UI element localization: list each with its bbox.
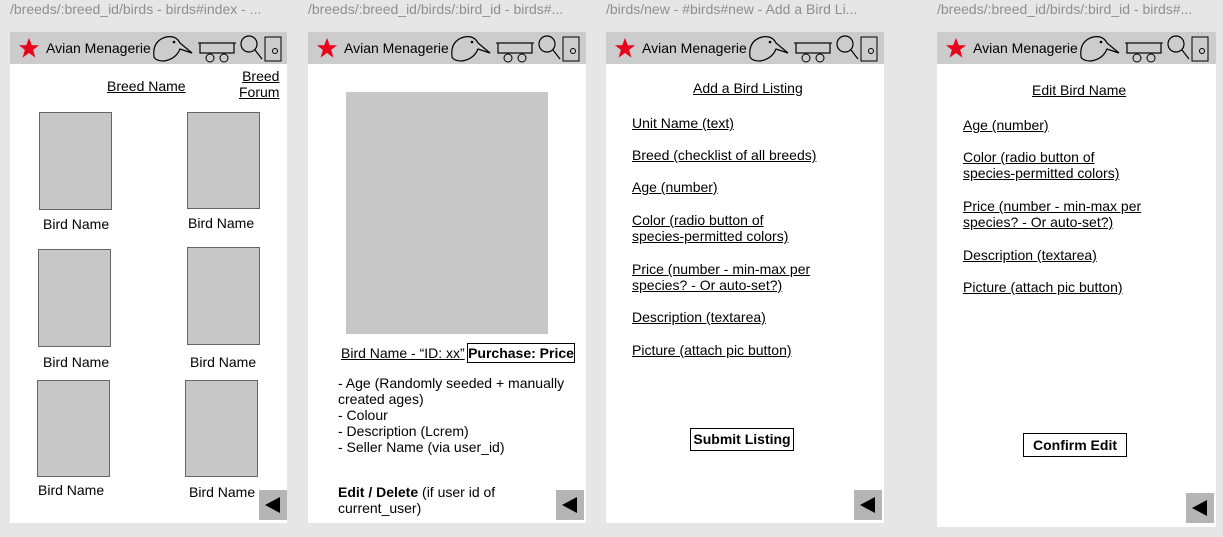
cart-icon[interactable] [794,35,834,63]
star-icon [316,37,338,58]
screen-bird-show: Avian Menagerie Bird Name - “ID: xx” Pur… [308,32,586,523]
search-icon[interactable] [536,32,562,62]
star-icon [614,37,636,58]
frame-title: /breeds/:breed_id/birds/:bird_id - birds… [937,1,1193,17]
back-arrow-icon [1192,500,1207,516]
bird-name-label[interactable]: Bird Name [43,216,109,232]
bird-photo [346,92,548,334]
field-picture[interactable]: Picture (attach pic button) [963,279,1163,295]
bird-thumbnail[interactable] [37,380,110,477]
bird-thumbnail[interactable] [185,380,258,477]
confirm-edit-button[interactable]: Confirm Edit [1023,433,1127,457]
frame-title: /breeds/:breed_id/birds - birds#index - … [10,1,262,17]
bird-icon [1080,36,1120,62]
field-description[interactable]: Description (textarea) [632,309,832,325]
bird-thumbnail[interactable] [39,112,112,210]
star-icon [945,37,967,58]
app-name[interactable]: Avian Menagerie [642,40,747,56]
bird-thumbnail[interactable] [187,112,260,209]
field-color[interactable]: Color (radio button of species-permitted… [632,212,812,244]
app-name[interactable]: Avian Menagerie [46,40,151,56]
frame-title: /birds/new - #birds#new - Add a Bird Li.… [606,1,858,17]
phone-icon[interactable] [1191,36,1209,62]
back-button[interactable] [259,490,287,520]
field-price[interactable]: Price (number - min-max per species? - O… [963,198,1153,230]
bird-icon [749,36,789,62]
breed-name-link[interactable]: Breed Name [107,78,186,94]
back-arrow-icon [562,497,577,513]
breed-forum-link[interactable]: Breed Forum [239,68,279,100]
bird-details: - Age (Randomly seeded + manually create… [338,375,573,455]
bird-icon [153,36,193,62]
app-name[interactable]: Avian Menagerie [973,40,1078,56]
back-button[interactable] [854,490,882,520]
page-heading: Add a Bird Listing [693,80,803,96]
phone-icon[interactable] [860,36,878,62]
edit-delete-link[interactable]: Edit / Delete [338,484,418,500]
cart-icon[interactable] [1125,35,1165,63]
back-button[interactable] [556,490,584,520]
top-bar: Avian Menagerie [606,32,884,64]
back-button[interactable] [1186,493,1214,523]
cart-icon[interactable] [496,35,536,63]
field-age[interactable]: Age (number) [963,117,1163,133]
bird-thumbnail[interactable] [38,249,111,347]
phone-icon[interactable] [562,36,580,62]
edit-delete-note[interactable]: Edit / Delete (if user id of current_use… [338,484,538,516]
detail-age: - Age (Randomly seeded + manually create… [338,375,565,407]
app-name[interactable]: Avian Menagerie [344,40,449,56]
top-bar: Avian Menagerie [308,32,586,64]
search-icon[interactable] [834,32,860,62]
top-bar: Avian Menagerie [10,32,287,64]
field-color[interactable]: Color (radio button of species-permitted… [963,149,1143,181]
top-bar: Avian Menagerie [937,32,1216,64]
frame-title: /breeds/:breed_id/birds/:bird_id - birds… [308,1,564,17]
back-arrow-icon [860,497,875,513]
cart-icon[interactable] [198,35,238,63]
submit-listing-button[interactable]: Submit Listing [690,428,794,451]
phone-icon[interactable] [264,36,282,62]
bird-name-label[interactable]: Bird Name [189,484,255,500]
bird-name-label[interactable]: Bird Name [38,482,104,498]
bird-name-label[interactable]: Bird Name [188,215,254,231]
search-icon[interactable] [1165,32,1191,62]
purchase-button[interactable]: Purchase: Price [467,343,575,363]
screen-bird-edit: Avian Menagerie Edit Bird Name Age (numb… [937,32,1216,527]
bird-name-label[interactable]: Bird Name [43,354,109,370]
detail-description: - Description (Lcrem) [338,423,469,439]
detail-seller: - Seller Name (via user_id) [338,439,505,455]
detail-colour: - Colour [338,407,388,423]
bird-icon [451,36,491,62]
back-arrow-icon [265,497,280,513]
bird-name-label[interactable]: Bird Name [190,354,256,370]
field-picture[interactable]: Picture (attach pic button) [632,342,832,358]
field-unit-name[interactable]: Unit Name (text) [632,115,832,131]
page-heading: Edit Bird Name [1032,82,1127,98]
field-breed[interactable]: Breed (checklist of all breeds) [632,147,852,163]
search-icon[interactable] [238,32,264,62]
bird-thumbnail[interactable] [187,247,260,345]
bird-name-id: Bird Name - “ID: xx” [341,345,465,361]
field-description[interactable]: Description (textarea) [963,247,1163,263]
screen-birds-index: Avian Menagerie Breed Name Breed Forum B… [10,32,287,523]
field-price[interactable]: Price (number - min-max per species? - O… [632,261,822,293]
star-icon [18,37,40,58]
field-age[interactable]: Age (number) [632,179,832,195]
screen-bird-new: Avian Menagerie Add a Bird Listing Unit … [606,32,884,523]
